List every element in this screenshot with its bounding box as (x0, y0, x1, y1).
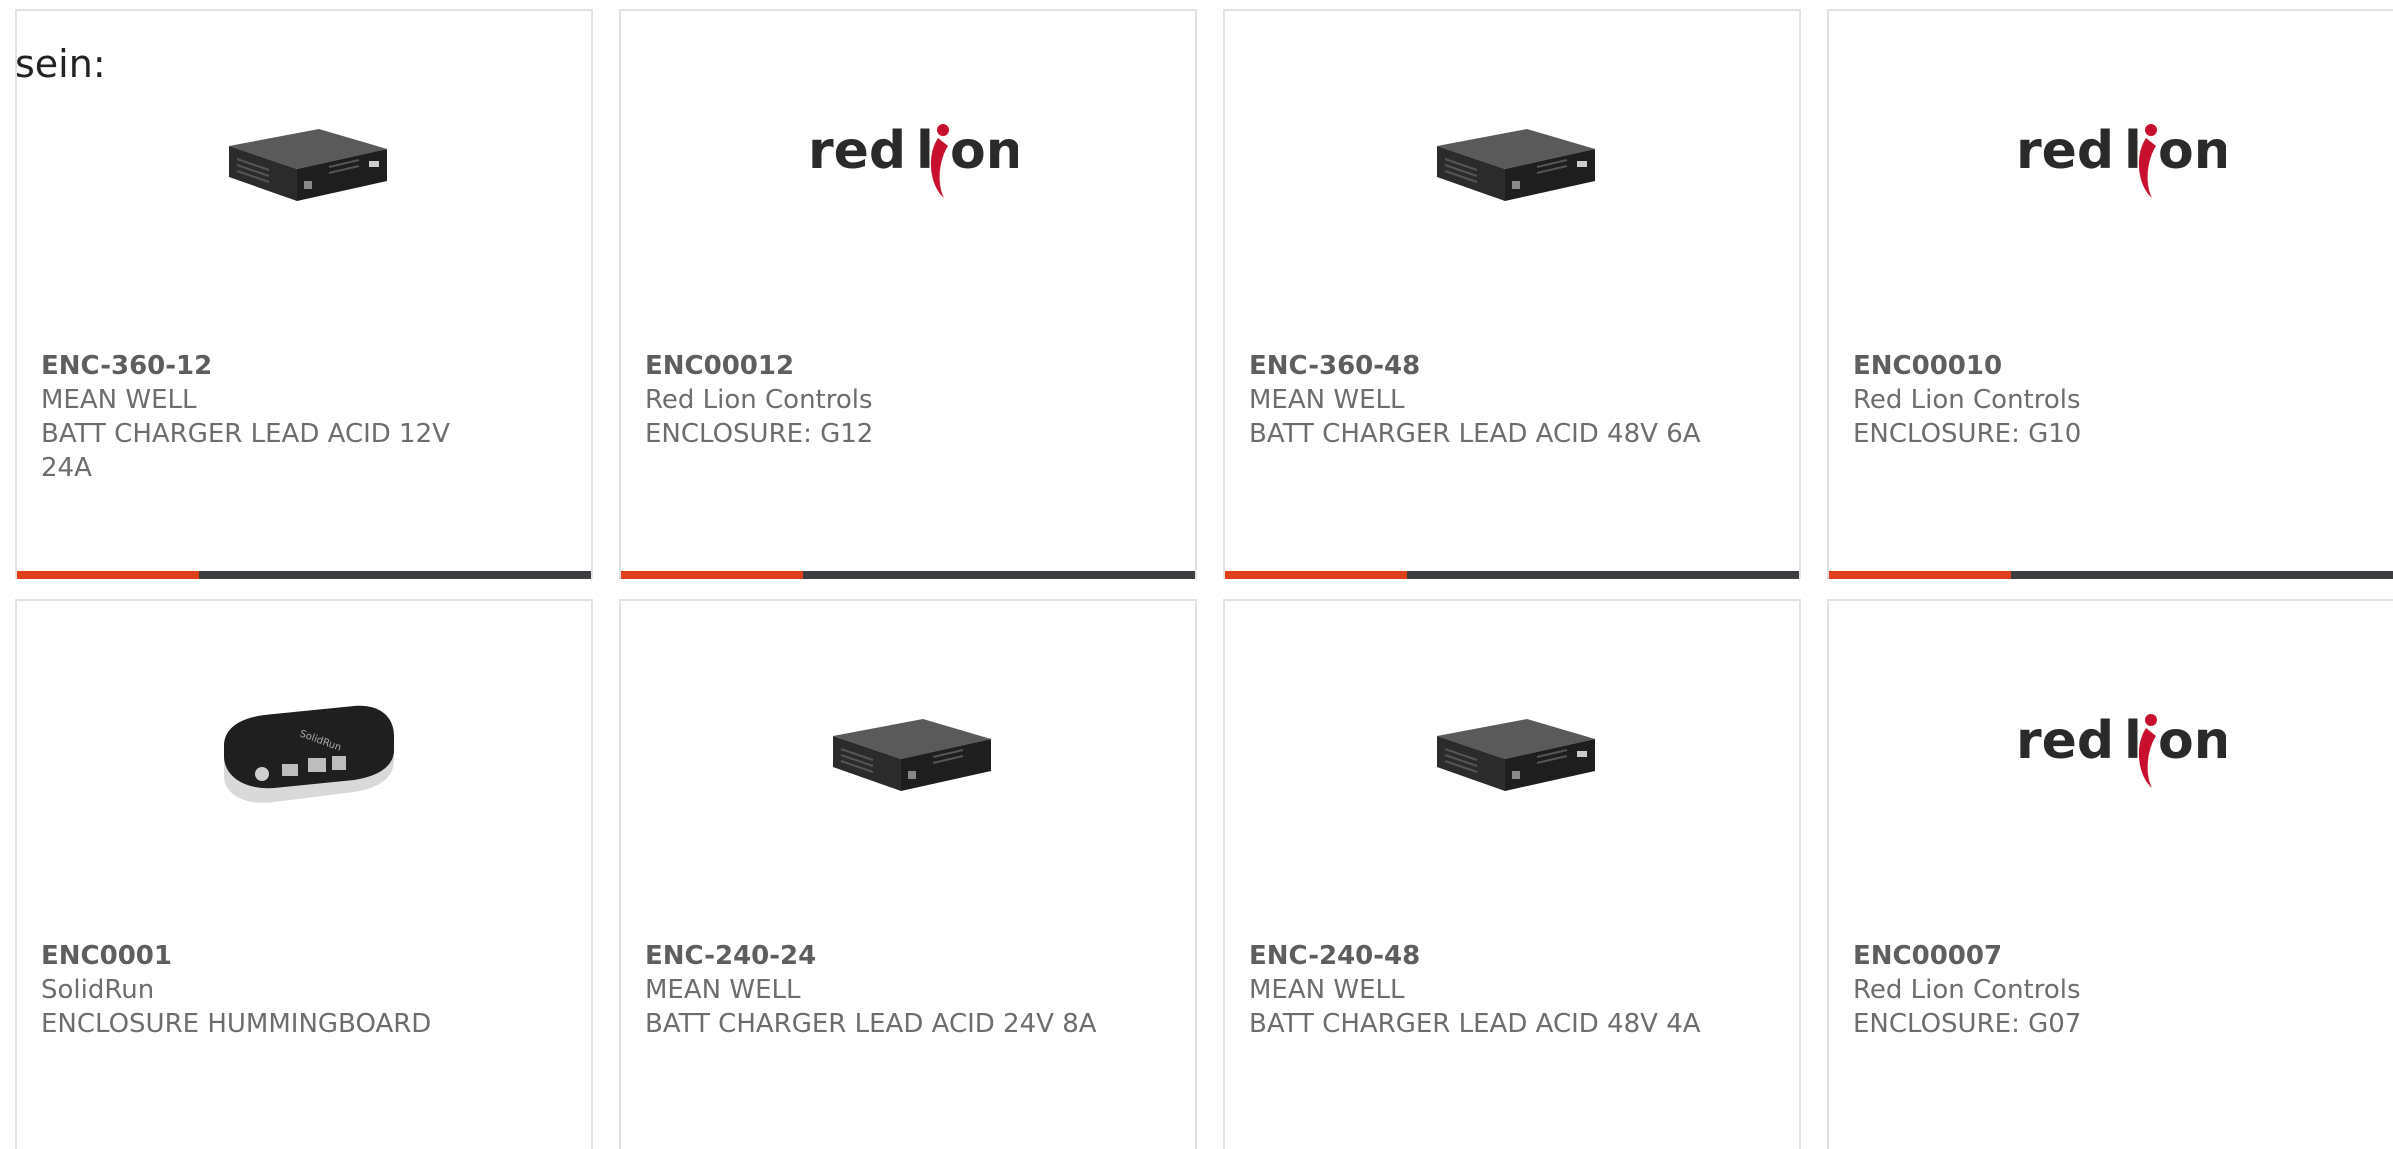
part-number[interactable]: ENC-360-12 (41, 349, 567, 383)
product-details: ENC0001 SolidRun ENCLOSURE HUMMINGBOARD (41, 939, 567, 1041)
logo-red-text: red (808, 121, 906, 181)
product-image[interactable]: red l on (1829, 671, 2393, 831)
product-description: ENCLOSURE: G12 (645, 419, 874, 449)
logo-lion-text: l (916, 121, 934, 181)
product-card[interactable]: red l on ENC00010 Red Lion Controls ENCL… (1827, 9, 2393, 579)
product-image[interactable]: SolidRun (17, 671, 591, 831)
product-grid-page: sein: ENC-360-12 MEAN WELL BATT CHARGER … (0, 0, 2393, 1149)
battery-charger-icon (833, 719, 991, 791)
manufacturer-name: Red Lion Controls (1853, 385, 2081, 415)
product-card[interactable]: red l on ENC00007 Red Lion Controls ENCL… (1827, 599, 2393, 1149)
product-description: BATT CHARGER LEAD ACID 48V 4A (1249, 1009, 1701, 1039)
product-description: ENCLOSURE: G07 (1853, 1009, 2082, 1039)
battery-charger-icon (1437, 719, 1595, 791)
hummingboard-enclosure-icon: SolidRun (224, 705, 394, 803)
product-details: ENC00012 Red Lion Controls ENCLOSURE: G1… (645, 349, 1171, 451)
product-description: BATT CHARGER LEAD ACID 24V 8A (645, 1009, 1097, 1039)
product-image[interactable] (17, 81, 591, 241)
product-description: BATT CHARGER LEAD ACID 48V 6A (1249, 419, 1701, 449)
logo-red-text: red (2016, 711, 2114, 771)
card-footer-bar (621, 571, 1195, 579)
part-number[interactable]: ENC-240-24 (645, 939, 1171, 973)
card-accent-bar (17, 571, 199, 579)
red-lion-logo-icon: red l on (808, 121, 1018, 198)
part-number[interactable]: ENC0001 (41, 939, 567, 973)
part-number[interactable]: ENC00007 (1853, 939, 2379, 973)
manufacturer-name: Red Lion Controls (1853, 975, 2081, 1005)
product-image[interactable] (1225, 81, 1799, 241)
card-footer-bar (1225, 571, 1799, 579)
card-footer-bar (1829, 571, 2393, 579)
manufacturer-name: Red Lion Controls (645, 385, 873, 415)
product-card[interactable]: ENC-360-12 MEAN WELL BATT CHARGER LEAD A… (15, 9, 593, 579)
battery-charger-icon (1437, 129, 1595, 201)
logo-on-text: on (2158, 711, 2226, 771)
intro-text: sein: (15, 42, 106, 86)
manufacturer-name: MEAN WELL (41, 385, 197, 415)
red-lion-logo-icon: red l on (2016, 121, 2226, 198)
product-details: ENC-360-12 MEAN WELL BATT CHARGER LEAD A… (41, 349, 567, 485)
product-description: BATT CHARGER LEAD ACID 12V 24A (41, 419, 450, 483)
product-image[interactable] (1225, 671, 1799, 831)
red-lion-logo-icon: red l on (2016, 711, 2226, 788)
logo-lion-text: l (2124, 711, 2142, 771)
card-footer-bar (17, 571, 591, 579)
part-number[interactable]: ENC-360-48 (1249, 349, 1775, 383)
manufacturer-name: MEAN WELL (1249, 975, 1405, 1005)
card-accent-bar (621, 571, 803, 579)
logo-red-text: red (2016, 121, 2114, 181)
product-card[interactable]: SolidRun ENC0001 SolidRun ENCLOSURE HUMM… (15, 599, 593, 1149)
part-number[interactable]: ENC00010 (1853, 349, 2379, 383)
manufacturer-name: SolidRun (41, 975, 155, 1005)
product-description: ENCLOSURE: G10 (1853, 419, 2082, 449)
product-details: ENC-360-48 MEAN WELL BATT CHARGER LEAD A… (1249, 349, 1775, 451)
logo-lion-text: l (2124, 121, 2142, 181)
product-card[interactable]: ENC-240-24 MEAN WELL BATT CHARGER LEAD A… (619, 599, 1197, 1149)
product-description: ENCLOSURE HUMMINGBOARD (41, 1009, 432, 1039)
card-accent-bar (1829, 571, 2011, 579)
product-details: ENC00010 Red Lion Controls ENCLOSURE: G1… (1853, 349, 2379, 451)
product-details: ENC00007 Red Lion Controls ENCLOSURE: G0… (1853, 939, 2379, 1041)
manufacturer-name: MEAN WELL (645, 975, 801, 1005)
product-card[interactable]: ENC-360-48 MEAN WELL BATT CHARGER LEAD A… (1223, 9, 1801, 579)
product-details: ENC-240-24 MEAN WELL BATT CHARGER LEAD A… (645, 939, 1171, 1041)
part-number[interactable]: ENC-240-48 (1249, 939, 1775, 973)
product-image[interactable] (621, 671, 1195, 831)
part-number[interactable]: ENC00012 (645, 349, 1171, 383)
product-details: ENC-240-48 MEAN WELL BATT CHARGER LEAD A… (1249, 939, 1775, 1041)
logo-on-text: on (950, 121, 1018, 181)
product-image[interactable]: red l on (621, 81, 1195, 241)
card-accent-bar (1225, 571, 1407, 579)
product-card[interactable]: ENC-240-48 MEAN WELL BATT CHARGER LEAD A… (1223, 599, 1801, 1149)
battery-charger-icon (229, 129, 387, 201)
manufacturer-name: MEAN WELL (1249, 385, 1405, 415)
logo-on-text: on (2158, 121, 2226, 181)
product-card[interactable]: red l on ENC00012 Red Lion Controls ENCL… (619, 9, 1197, 579)
product-image[interactable]: red l on (1829, 81, 2393, 241)
